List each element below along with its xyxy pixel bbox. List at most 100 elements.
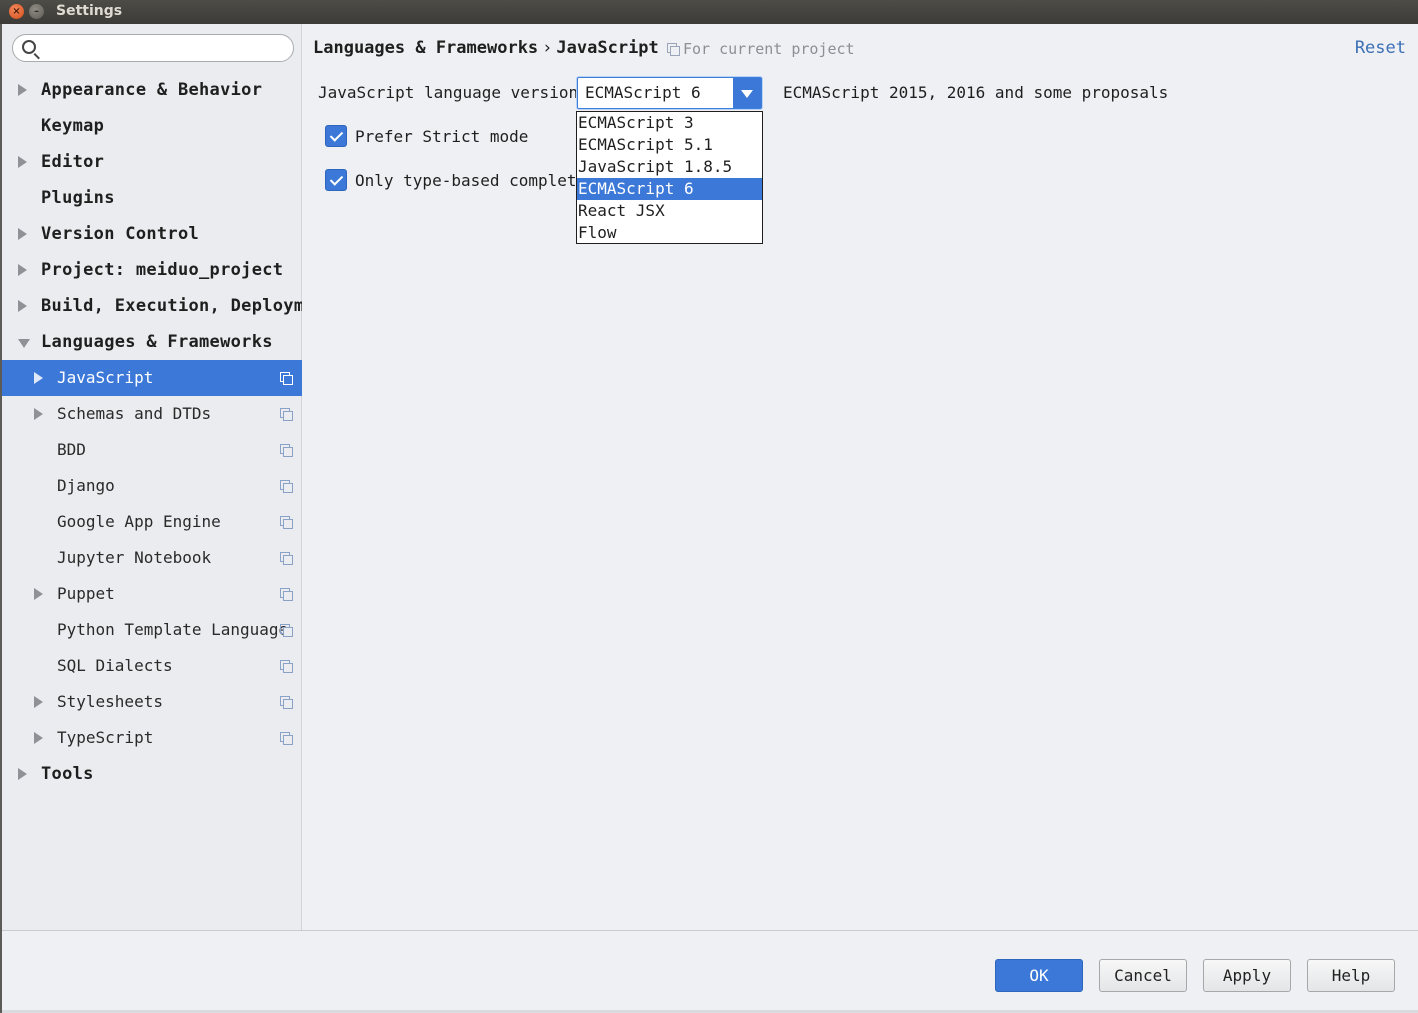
sidebar-item-label: Schemas and DTDs <box>57 404 212 423</box>
breadcrumb: Languages & Frameworks › JavaScript <box>313 38 659 58</box>
project-settings-icon <box>280 588 293 601</box>
collapsed-arrow-icon[interactable] <box>34 696 43 708</box>
language-version-select[interactable]: ECMAScript 6 <box>577 77 762 109</box>
sidebar-item-label: TypeScript <box>57 728 154 747</box>
sidebar-item-version-control[interactable]: Version Control <box>2 216 302 252</box>
chevron-down-icon[interactable] <box>733 78 761 108</box>
collapsed-arrow-icon[interactable] <box>18 156 27 168</box>
expanded-arrow-icon[interactable] <box>18 339 30 348</box>
dropdown-option[interactable]: JavaScript 1.8.5 <box>577 156 762 178</box>
sidebar-item-django[interactable]: Django <box>2 468 302 504</box>
apply-button[interactable]: Apply <box>1203 959 1291 992</box>
search-icon <box>22 40 36 54</box>
sidebar-item-label: Plugins <box>41 188 115 208</box>
sidebar-item-schemas-and-dtds[interactable]: Schemas and DTDs <box>2 396 302 432</box>
search-box[interactable] <box>12 34 294 62</box>
project-settings-icon <box>280 696 293 709</box>
sidebar-item-bdd[interactable]: BDD <box>2 432 302 468</box>
window-title: Settings <box>56 3 123 19</box>
sidebar-item-label: Google App Engine <box>57 512 221 531</box>
collapsed-arrow-icon[interactable] <box>34 588 43 600</box>
language-version-description: ECMAScript 2015, 2016 and some proposals <box>783 83 1169 102</box>
sidebar-item-plugins[interactable]: Plugins <box>2 180 302 216</box>
sidebar-item-label: Keymap <box>41 116 105 136</box>
collapsed-arrow-icon[interactable] <box>34 372 43 384</box>
dialog-footer: OK Cancel Apply Help <box>2 930 1418 1013</box>
sidebar-item-label: Languages & Frameworks <box>41 332 273 352</box>
sidebar-item-tools[interactable]: Tools <box>2 756 302 792</box>
project-settings-icon <box>280 444 293 457</box>
sidebar-item-label: Jupyter Notebook <box>57 548 212 567</box>
project-settings-icon <box>280 480 293 493</box>
sidebar-item-javascript[interactable]: JavaScript <box>2 360 302 396</box>
language-version-value: ECMAScript 6 <box>585 83 701 102</box>
sidebar-item-label: SQL Dialects <box>57 656 173 675</box>
settings-tree: Appearance & Behavior Keymap Editor Plugins… <box>2 72 302 792</box>
dropdown-option[interactable]: React JSX <box>577 200 762 222</box>
collapsed-arrow-icon[interactable] <box>18 84 27 96</box>
dropdown-option[interactable]: Flow <box>577 222 762 244</box>
prefer-strict-checkbox[interactable] <box>325 125 347 147</box>
sidebar-item-label: Appearance & Behavior <box>41 80 263 100</box>
sidebar-item-puppet[interactable]: Puppet <box>2 576 302 612</box>
settings-sidebar: Appearance & Behavior Keymap Editor Plugins… <box>2 24 302 930</box>
sidebar-item-stylesheets[interactable]: Stylesheets <box>2 684 302 720</box>
cancel-button[interactable]: Cancel <box>1099 959 1187 992</box>
breadcrumb-separator: › <box>542 38 553 58</box>
dropdown-option[interactable]: ECMAScript 5.1 <box>577 134 762 156</box>
project-settings-icon <box>280 660 293 673</box>
sidebar-item-label: Editor <box>41 152 105 172</box>
only-type-based-label[interactable]: Only type-based completic <box>355 171 596 190</box>
breadcrumb-current: JavaScript <box>556 38 659 58</box>
sidebar-item-jupyter-notebook[interactable]: Jupyter Notebook <box>2 540 302 576</box>
collapsed-arrow-icon[interactable] <box>18 768 27 780</box>
sidebar-item-label: Build, Execution, Deploym <box>41 296 302 316</box>
sidebar-item-label: Project: meiduo_project <box>41 260 284 280</box>
minimize-window-icon[interactable]: – <box>29 4 44 19</box>
settings-content: Languages & Frameworks › JavaScript For cu… <box>303 24 1418 930</box>
sidebar-item-editor[interactable]: Editor <box>2 144 302 180</box>
project-settings-icon <box>280 516 293 529</box>
scope-indicator: For current project <box>667 40 855 58</box>
sidebar-item-typescript[interactable]: TypeScript <box>2 720 302 756</box>
prefer-strict-label[interactable]: Prefer Strict mode <box>355 127 528 146</box>
sidebar-item-label: JavaScript <box>57 368 154 387</box>
sidebar-item-sql-dialects[interactable]: SQL Dialects <box>2 648 302 684</box>
sidebar-item-appearance-behavior[interactable]: Appearance & Behavior <box>2 72 302 108</box>
project-settings-icon <box>280 732 293 745</box>
dropdown-option[interactable]: ECMAScript 6 <box>577 178 762 200</box>
project-settings-icon <box>280 624 293 637</box>
sidebar-item-google-app-engine[interactable]: Google App Engine <box>2 504 302 540</box>
title-bar: × – Settings <box>0 0 1418 24</box>
sidebar-item-label: Python Template Language <box>57 620 289 639</box>
collapsed-arrow-icon[interactable] <box>34 408 43 420</box>
collapsed-arrow-icon[interactable] <box>34 732 43 744</box>
project-scope-icon <box>667 43 680 56</box>
sidebar-item-keymap[interactable]: Keymap <box>2 108 302 144</box>
sidebar-item-label: BDD <box>57 440 86 459</box>
collapsed-arrow-icon[interactable] <box>18 228 27 240</box>
collapsed-arrow-icon[interactable] <box>18 300 27 312</box>
collapsed-arrow-icon[interactable] <box>18 264 27 276</box>
sidebar-item-build-execution-deploym[interactable]: Build, Execution, Deploym <box>2 288 302 324</box>
breadcrumb-parent[interactable]: Languages & Frameworks <box>313 38 538 58</box>
sidebar-item-project-meiduo-project[interactable]: Project: meiduo_project <box>2 252 302 288</box>
ok-button[interactable]: OK <box>995 959 1083 992</box>
help-button[interactable]: Help <box>1307 959 1395 992</box>
sidebar-item-label: Stylesheets <box>57 692 163 711</box>
search-input[interactable] <box>43 38 283 58</box>
sidebar-item-label: Puppet <box>57 584 115 603</box>
reset-link[interactable]: Reset <box>1355 38 1406 58</box>
sidebar-item-python-template-language[interactable]: Python Template Language <box>2 612 302 648</box>
scope-label: For current project <box>683 40 855 58</box>
sidebar-item-languages-frameworks[interactable]: Languages & Frameworks <box>2 324 302 360</box>
close-window-icon[interactable]: × <box>9 4 24 19</box>
sidebar-item-label: Django <box>57 476 115 495</box>
dropdown-option[interactable]: ECMAScript 3 <box>577 112 762 134</box>
sidebar-item-label: Tools <box>41 764 94 784</box>
project-settings-icon <box>280 408 293 421</box>
language-version-label: JavaScript language version <box>318 83 579 102</box>
project-settings-icon <box>280 552 293 565</box>
only-type-based-checkbox[interactable] <box>325 169 347 191</box>
language-version-dropdown: ECMAScript 3 ECMAScript 5.1 JavaScript 1.8… <box>576 111 763 244</box>
